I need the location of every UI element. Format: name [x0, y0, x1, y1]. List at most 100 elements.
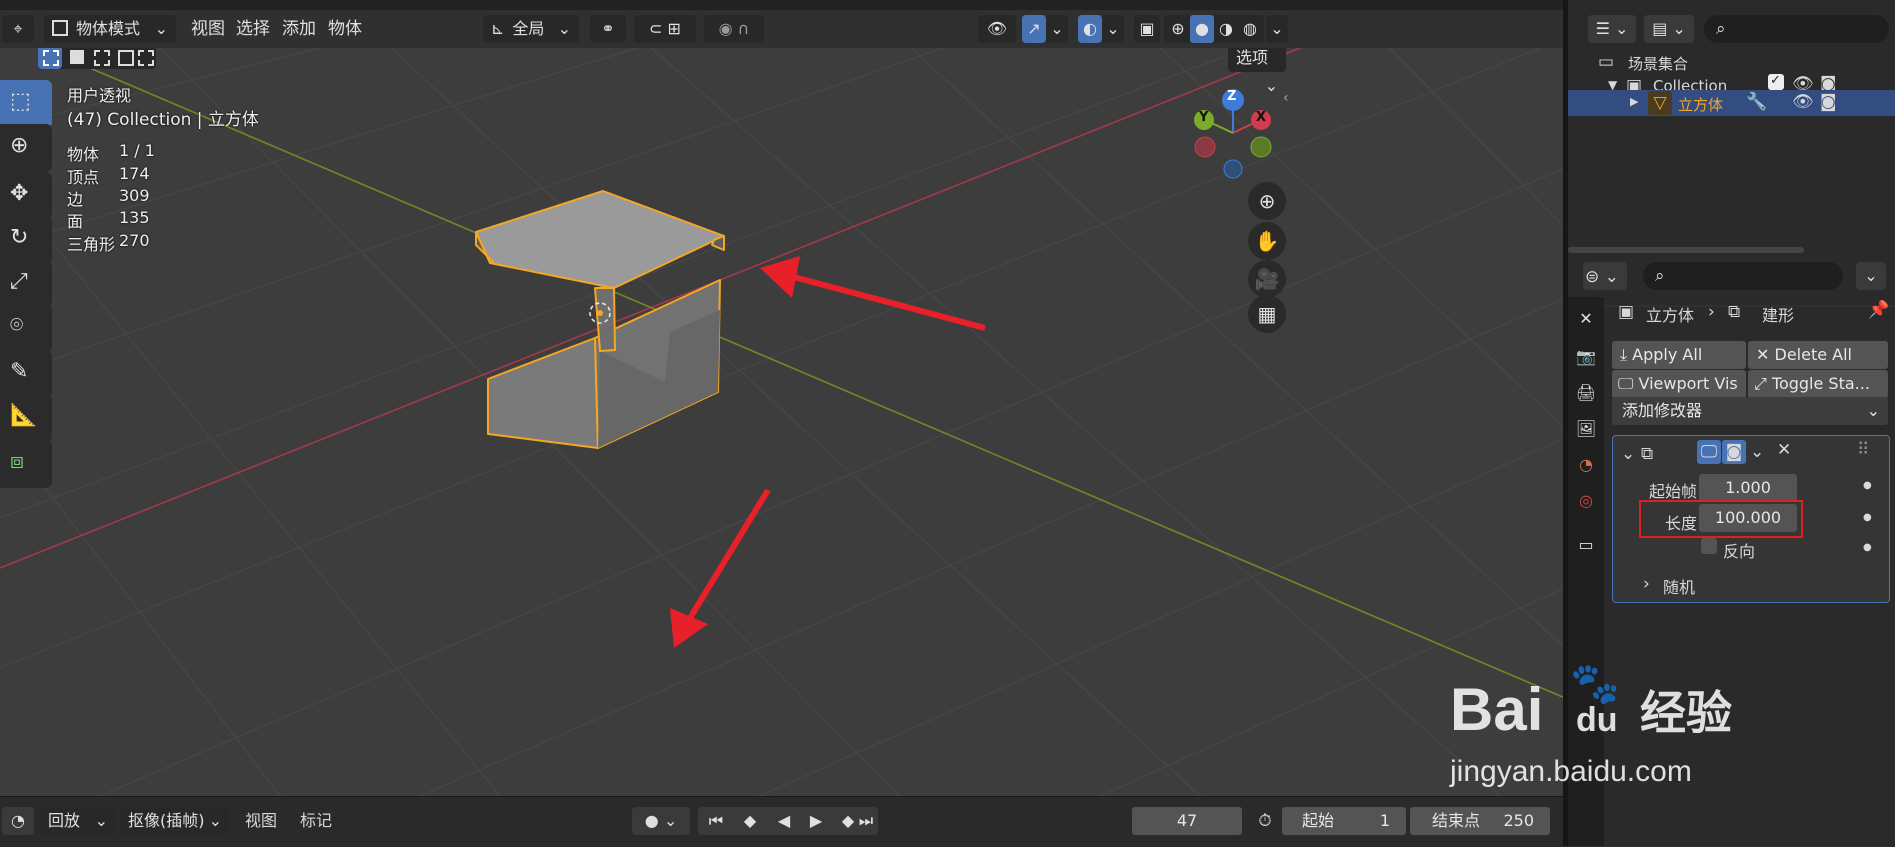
scene-collection-label[interactable]: 场景集合 [1628, 53, 1688, 74]
properties-options-button[interactable]: ⌄ [1856, 262, 1886, 290]
view-layer-tab-icon[interactable]: 🖼 [1574, 415, 1598, 443]
sidebar-toggle-icon[interactable]: ‹ [1283, 90, 1289, 106]
pivot-button[interactable]: ⚭ [590, 15, 626, 43]
record-button[interactable]: ● ⌄ [632, 807, 690, 835]
object-label[interactable]: 立方体 [1678, 94, 1723, 115]
shading-buttons[interactable]: ⊕ ● ◑ ◍ [1164, 15, 1264, 43]
chevron-down-icon[interactable]: ⌄ [1750, 442, 1764, 462]
proportional-edit-button[interactable]: ◉ ∩ [704, 15, 764, 43]
scene-tab-icon[interactable]: ◔ [1574, 451, 1598, 479]
length-input[interactable]: 100.000 [1699, 504, 1797, 532]
keyframe-dot-icon[interactable]: ● [1863, 480, 1872, 491]
material-icon[interactable]: ◑ [1214, 15, 1238, 43]
keyframe-dot-icon[interactable]: ● [1863, 512, 1872, 523]
jump-end-icon[interactable]: ⏭ [856, 807, 876, 835]
gizmo-x-label[interactable]: X [1256, 110, 1266, 125]
add-cube-tool[interactable]: ⧈ [0, 440, 52, 488]
transform-orientation-dropdown[interactable]: ⊾ 全局 ⌄ [483, 15, 579, 43]
camera-render-icon[interactable]: ◙ [1820, 92, 1837, 112]
stopwatch-icon[interactable]: ⏱ [1250, 807, 1280, 835]
start-frame-field[interactable]: 起始 1 [1282, 807, 1406, 835]
collection-tab-icon[interactable]: ▭ [1574, 531, 1598, 559]
wireframe-icon[interactable]: ⊕ [1166, 15, 1190, 43]
select-new-icon[interactable] [38, 48, 62, 69]
xray-toggle[interactable]: ▣ [1134, 15, 1160, 43]
keying-dropdown[interactable]: 抠像(插帧) ⌄ [120, 807, 230, 835]
output-tab-icon[interactable]: 🖨 [1574, 379, 1598, 407]
camera-button[interactable]: 🎥 [1248, 260, 1286, 298]
selection-mode-group[interactable] [38, 48, 156, 69]
play-reverse-icon[interactable]: ◀ [770, 807, 798, 835]
annotate-tool[interactable]: ✎ [0, 350, 52, 398]
overlay-toggle[interactable]: ◐ [1078, 15, 1102, 43]
reverse-checkbox[interactable] [1701, 538, 1717, 554]
select-subtract-icon[interactable] [94, 50, 110, 66]
solid-shading-button[interactable]: ● [1190, 15, 1214, 43]
select-intersect-icon[interactable] [138, 50, 154, 66]
start-frame-input[interactable]: 1.000 [1699, 474, 1797, 502]
prev-keyframe-icon[interactable]: ◆ [736, 807, 764, 835]
delete-all-button[interactable]: ✕ Delete All [1748, 341, 1888, 369]
show-viewport-toggle[interactable]: 🖵 [1697, 440, 1721, 464]
playback-controls[interactable]: ⏮ ◆ ◀ ▶ ◆ ⏭ [698, 807, 878, 835]
3d-viewport[interactable]: Z Y X 选项 ⌄ ‹ 用户透视 (47) Collection | 立方体 物… [0, 48, 1565, 796]
render-tab-icon[interactable]: 📷 [1574, 343, 1598, 371]
expand-arrow-icon[interactable]: ▶ [1630, 95, 1638, 108]
timeline-view-menu[interactable]: 视图 [245, 807, 277, 835]
outliner-editor-button[interactable]: ☰ ⌄ [1588, 15, 1636, 43]
display-mode-button[interactable]: ▤ ⌄ [1644, 15, 1694, 43]
show-render-toggle[interactable]: ◙ [1722, 440, 1746, 464]
pan-button[interactable]: ✋ [1248, 222, 1286, 260]
apply-all-button[interactable]: ⤓ Apply All [1612, 341, 1746, 369]
snap-button[interactable]: ⊂ ⊞ [634, 15, 696, 43]
scale-tool[interactable]: ⤢ [0, 260, 52, 308]
rendered-icon[interactable]: ◍ [1238, 15, 1262, 43]
move-tool[interactable]: ✥ [0, 172, 52, 220]
properties-search-input[interactable]: ⌕ [1643, 262, 1843, 290]
ortho-button[interactable]: ▦ [1248, 295, 1286, 333]
toggle-stack-button[interactable]: ⤢ Toggle Sta... [1748, 370, 1888, 398]
menu-view[interactable]: 视图 [191, 10, 225, 48]
tool-tab-icon[interactable]: ✕ [1574, 305, 1598, 333]
end-frame-field[interactable]: 结束点 250 [1410, 807, 1550, 835]
gizmo-z-label[interactable]: Z [1227, 89, 1236, 104]
outliner-row-selected[interactable] [1568, 90, 1895, 116]
outliner-scrollbar[interactable] [1568, 247, 1804, 253]
cursor-tool[interactable]: ⊕ [0, 124, 52, 172]
mode-dropdown[interactable]: 物体模式 ⌄ [44, 15, 176, 43]
menu-select[interactable]: 选择 [236, 10, 270, 48]
play-icon[interactable]: ▶ [802, 807, 830, 835]
zoom-button[interactable]: ⊕ [1248, 182, 1286, 220]
gizmo-toggle[interactable]: ↗ [1022, 15, 1046, 43]
eye-icon[interactable]: 👁 [1792, 92, 1814, 112]
current-frame-field[interactable]: 47 [1132, 807, 1242, 835]
outliner-search-input[interactable]: ⌕ [1704, 15, 1889, 43]
select-tool[interactable]: ⬚ [0, 80, 52, 128]
drag-handle-icon[interactable]: ⠿ [1857, 440, 1869, 460]
shading-dropdown[interactable]: ⌄ [1266, 15, 1288, 43]
gizmo-y-label[interactable]: Y [1199, 110, 1208, 125]
menu-object[interactable]: 物体 [328, 10, 362, 48]
world-tab-icon[interactable]: ◎ [1574, 487, 1598, 515]
options-dropdown[interactable]: 选项 ⌄ [1228, 48, 1286, 95]
select-invert-icon[interactable] [118, 50, 134, 66]
mesh-object[interactable] [475, 190, 725, 449]
wrench-icon[interactable]: 🔧 [1746, 92, 1767, 112]
collection-checkbox[interactable]: ✓ [1768, 73, 1784, 90]
timeline-editor-button[interactable]: ◔ [2, 807, 34, 835]
viewport-canvas[interactable] [0, 48, 1565, 796]
select-extend-icon[interactable] [70, 50, 84, 64]
playback-dropdown[interactable]: 回放 ⌄ [40, 807, 116, 835]
overlay-dropdown[interactable]: ⌄ [1102, 15, 1124, 43]
jump-start-icon[interactable]: ⏮ [702, 807, 730, 835]
gizmo-dropdown[interactable]: ⌄ [1046, 15, 1068, 43]
visibility-button[interactable]: 👁 [978, 15, 1016, 43]
keyframe-dot-icon[interactable]: ● [1863, 542, 1872, 553]
rotate-tool[interactable]: ↻ [0, 216, 52, 264]
measure-tool[interactable]: 📐 [0, 394, 52, 442]
viewport-vis-button[interactable]: 🖵 Viewport Vis [1612, 370, 1746, 398]
remove-modifier-icon[interactable]: ✕ [1777, 440, 1791, 460]
transform-tool[interactable]: ⌾ [0, 304, 52, 352]
editor-type-button[interactable]: ⌖ [2, 15, 34, 43]
expand-arrow-icon[interactable]: › [1643, 574, 1650, 594]
